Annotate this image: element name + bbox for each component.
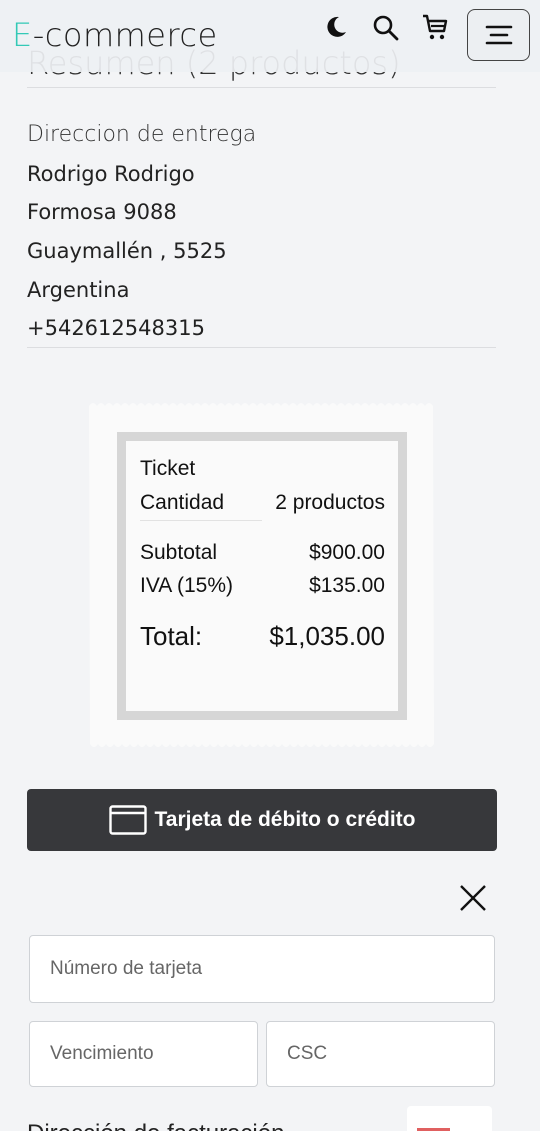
card-number-placeholder: Número de tarjeta <box>50 958 203 979</box>
billing-address-label: Dirección de facturación <box>27 1120 284 1131</box>
address-name: Rodrigo Rodrigo <box>27 162 195 186</box>
divider <box>27 347 496 348</box>
total-label: Total: <box>140 621 203 651</box>
address-country: Argentina <box>27 278 130 302</box>
menu-icon <box>485 25 512 45</box>
moon-icon[interactable] <box>320 12 350 42</box>
brand-logo[interactable]: E-commerce <box>12 16 218 54</box>
quantity-value: 2 productos <box>275 491 385 514</box>
tax-value: $135.00 <box>309 574 385 597</box>
expiry-placeholder: Vencimiento <box>50 1043 154 1064</box>
app-header: E-commerce <box>0 0 540 72</box>
menu-button[interactable] <box>467 9 530 61</box>
card-payment-button[interactable]: Tarjeta de débito o crédito <box>27 789 497 851</box>
ticket-card: Ticket Cantidad 2 productos Subtotal $90… <box>89 400 434 750</box>
credit-card-icon <box>108 805 147 835</box>
brand-name: -commerce <box>32 16 218 54</box>
cart-icon[interactable] <box>420 12 450 42</box>
csc-field[interactable]: CSC <box>266 1021 495 1087</box>
expiry-field[interactable]: Vencimiento <box>29 1021 258 1087</box>
divider <box>27 87 496 88</box>
payment-method-label: Tarjeta de débito o crédito <box>154 808 416 831</box>
close-icon[interactable] <box>457 882 489 914</box>
search-icon[interactable] <box>370 12 400 42</box>
total-value: $1,035.00 <box>269 621 385 651</box>
quantity-label: Cantidad <box>140 491 225 514</box>
address-heading: Direccion de entrega <box>27 122 257 147</box>
ticket-divider <box>140 520 262 521</box>
subtotal-value: $900.00 <box>309 541 385 564</box>
country-flag-select[interactable] <box>407 1106 492 1131</box>
subtotal-label: Subtotal <box>140 541 218 564</box>
csc-placeholder: CSC <box>287 1043 328 1064</box>
brand-initial: E <box>12 16 33 54</box>
address-street: Formosa 9088 <box>27 200 177 224</box>
address-phone: +542612548315 <box>27 316 205 340</box>
ticket-title: Ticket <box>140 457 196 480</box>
ticket-receipt: Ticket Cantidad 2 productos Subtotal $90… <box>117 432 407 720</box>
card-number-field[interactable]: Número de tarjeta <box>29 935 495 1003</box>
tax-label: IVA (15%) <box>140 574 233 597</box>
address-city: Guaymallén , 5525 <box>27 239 227 263</box>
